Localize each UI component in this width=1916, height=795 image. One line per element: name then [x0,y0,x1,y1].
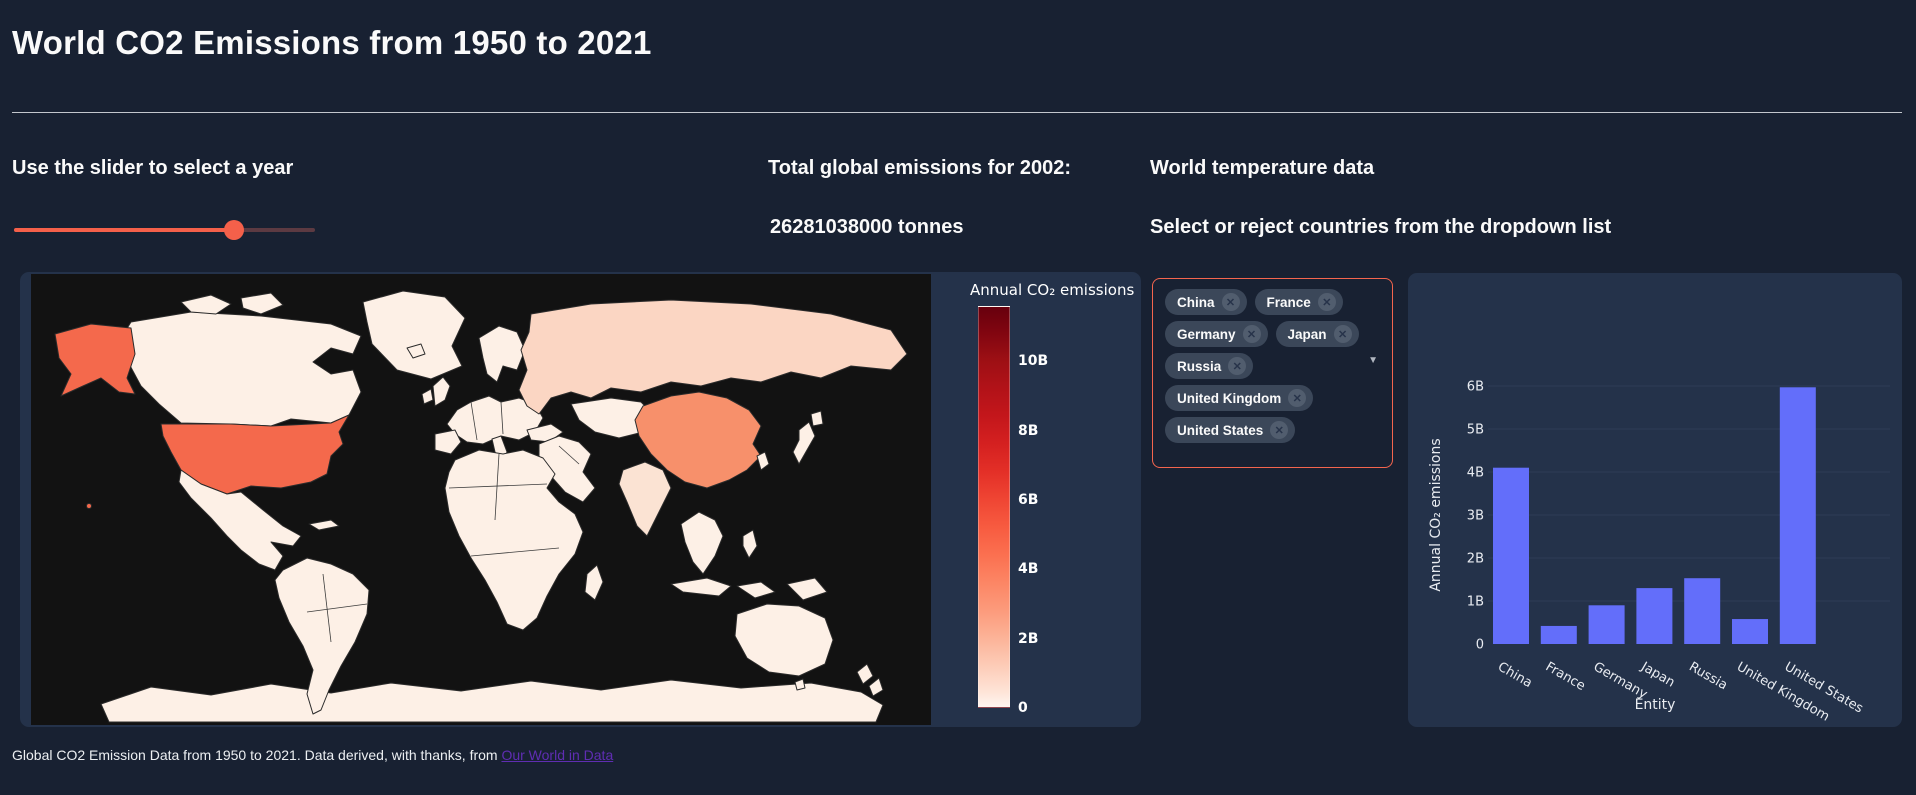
country-japan-hokkaido [810,410,824,427]
chip-remove-icon[interactable]: ✕ [1317,293,1336,311]
country-chip: Germany ✕ [1165,321,1268,347]
year-slider[interactable] [14,220,315,240]
chip-label: Russia [1177,358,1222,374]
svg-text:Annual CO₂ emissions: Annual CO₂ emissions [1428,438,1444,591]
chip-label: Germany [1177,326,1236,342]
country-multiselect[interactable]: China ✕ France ✕ Germany ✕ Japan ✕ Russia ✕ United… [1152,278,1393,468]
temperature-heading: World temperature data [1150,157,1375,179]
svg-text:France: France [1543,659,1588,694]
source-link[interactable]: Our World in Data [501,747,613,763]
caption-text: Global CO2 Emission Data from 1950 to 20… [12,747,502,763]
svg-text:0: 0 [1476,638,1484,653]
country-chip: United Kingdom ✕ [1165,385,1314,411]
country-chip: United States ✕ [1165,417,1296,443]
page-title: World CO2 Emissions from 1950 to 2021 [12,24,652,61]
colorbar-ticks: 10B 8B 6B 4B 2B 0 [1018,306,1088,716]
country-chip: China ✕ [1165,289,1247,315]
slider-fill [14,228,234,232]
svg-text:4B: 4B [1467,466,1484,481]
map-panel: Annual CO₂ emissions 10B 8B 6B 4B 2B 0 [20,272,1141,727]
svg-text:2B: 2B [1467,552,1484,567]
svg-text:China: China [1495,659,1535,691]
chip-label: China [1177,294,1215,310]
chip-remove-icon[interactable]: ✕ [1333,325,1352,343]
bar-chart-panel: 0 1B 2B 3B 4B 5B 6B China France Germany Japan Russ… [1408,273,1902,727]
slider-section-heading: Use the slider to select a year [12,157,294,179]
svg-text:Entity: Entity [1635,697,1676,713]
svg-text:1B: 1B [1467,595,1484,610]
colorbar-tick: 0 [1018,700,1028,716]
colorbar-tick: 8B [1018,422,1039,439]
chip-remove-icon[interactable]: ✕ [1242,325,1261,343]
chip-label: United Kingdom [1177,390,1282,406]
chip-label: Japan [1287,326,1327,342]
country-chip: Japan ✕ [1275,321,1359,347]
colorbar-tick: 2B [1018,630,1039,647]
svg-text:Russia: Russia [1686,659,1730,693]
svg-text:6B: 6B [1467,380,1484,395]
colorbar-tick: 6B [1018,492,1039,509]
country-chip: Russia ✕ [1165,353,1254,379]
colorbar-title: Annual CO₂ emissions [970,281,1135,299]
dropdown-instruction: Select or reject countries from the drop… [1150,216,1612,238]
chip-label: France [1266,294,1311,310]
chevron-down-icon[interactable]: ▼ [1368,355,1378,366]
chip-remove-icon[interactable]: ✕ [1288,389,1307,407]
totals-heading: Total global emissions for 2002: [768,157,1072,179]
emissions-bar-chart: 01B2B3B4B5B6BChina France GermanyJapan Russ… [1428,380,1890,725]
colorbar-tick: 4B [1018,561,1039,578]
svg-text:5B: 5B [1467,423,1484,438]
chip-remove-icon[interactable]: ✕ [1270,421,1289,439]
colorbar-gradient [978,306,1010,708]
total-emissions-value: 26281038000 tonnes [770,216,964,238]
country-united-states-hawaii [86,503,92,509]
chip-label: United States [1177,422,1264,438]
source-caption: Global CO2 Emission Data from 1950 to 20… [12,747,613,763]
country-chip: France ✕ [1254,289,1343,315]
chip-remove-icon[interactable]: ✕ [1228,357,1247,375]
chip-remove-icon[interactable]: ✕ [1221,293,1240,311]
world-map[interactable] [31,274,931,725]
slider-thumb[interactable] [223,220,244,240]
colorbar-tick: 10B [1018,353,1049,370]
svg-text:3B: 3B [1467,509,1484,524]
divider [12,112,1902,113]
